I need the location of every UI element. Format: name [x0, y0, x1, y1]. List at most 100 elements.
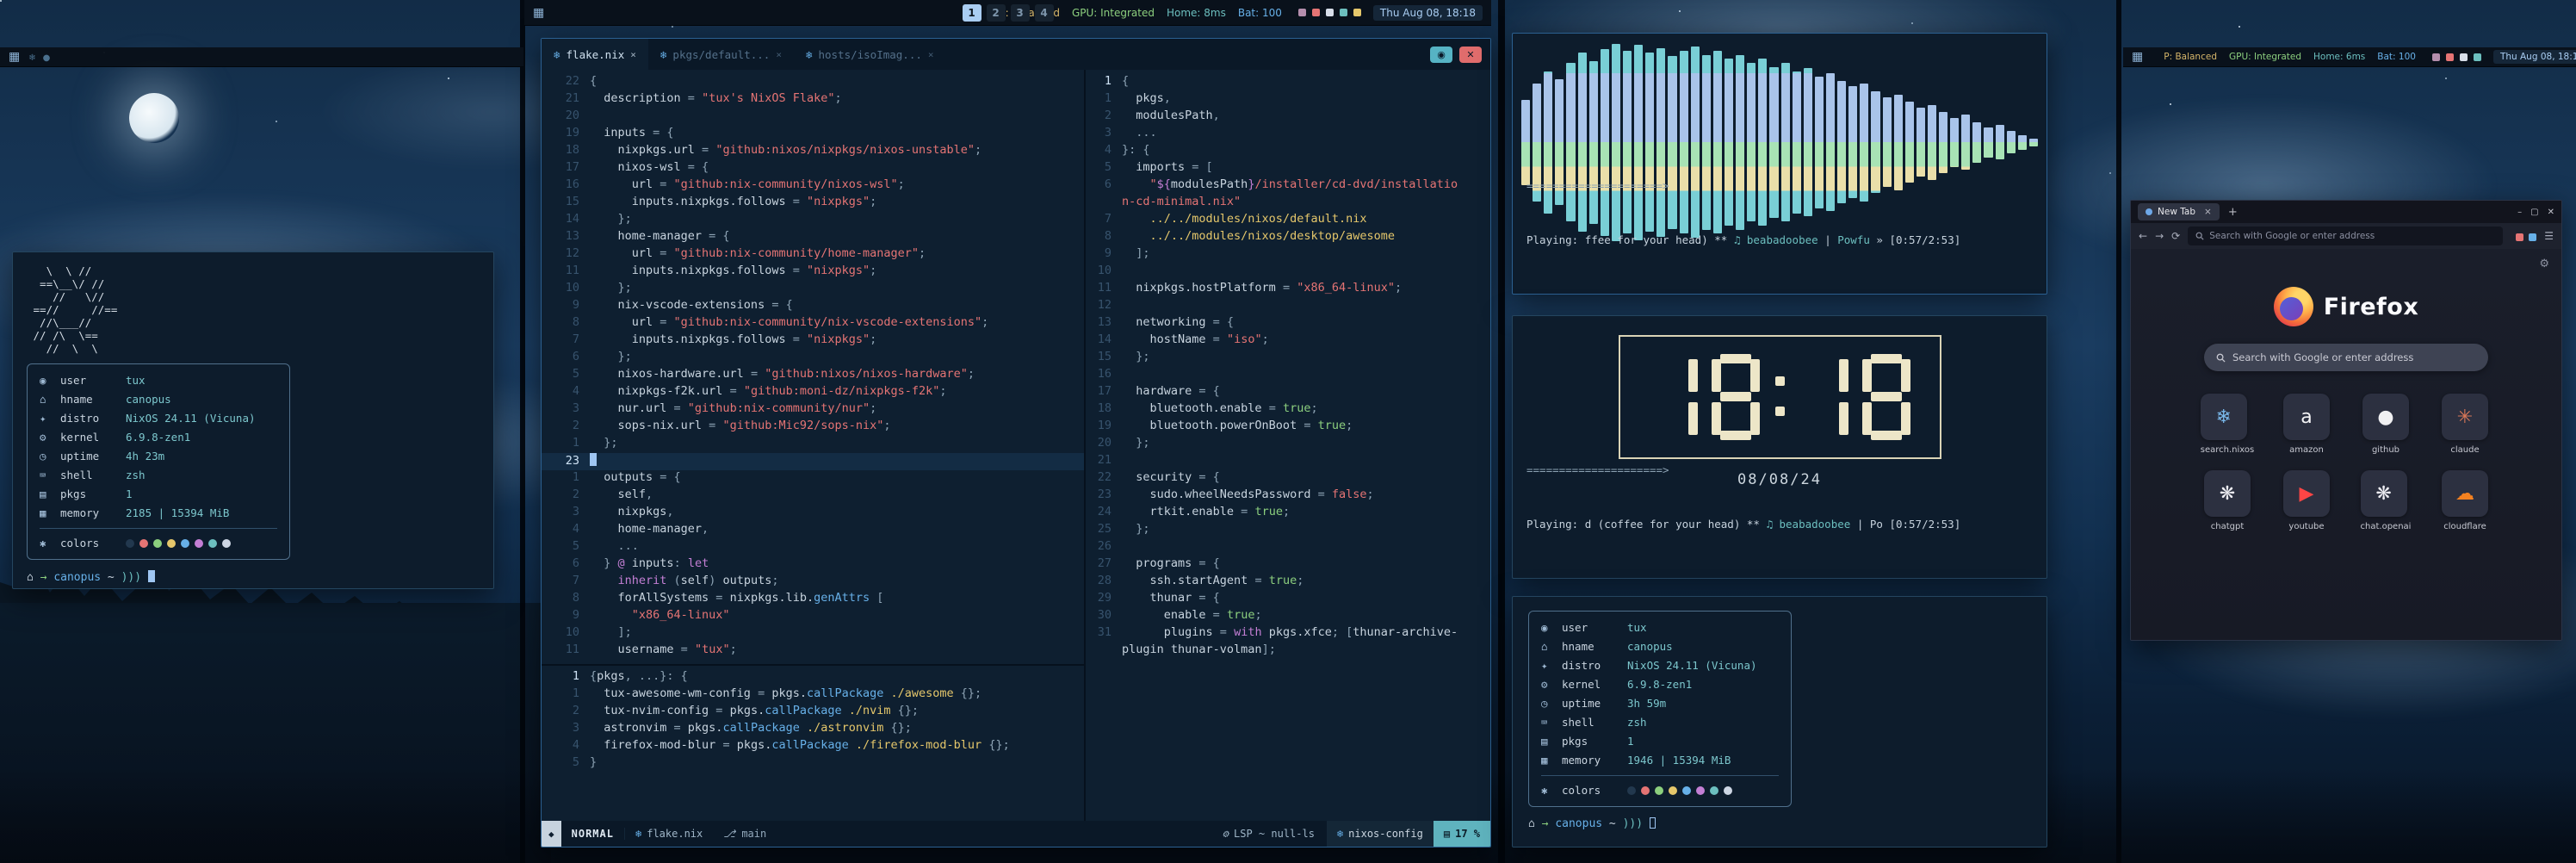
shortcut-tile[interactable]: ❋chat.openai: [2361, 470, 2412, 531]
gear-icon[interactable]: ⚙: [2539, 258, 2549, 270]
code-line: 17 hardware = {: [1086, 384, 1490, 401]
editor-area[interactable]: 22{21 description = "tux's NixOS Flake";…: [542, 70, 1490, 821]
extension-icon[interactable]: [2529, 233, 2536, 241]
window-control[interactable]: –: [2517, 208, 2522, 217]
code-line: 4 home-manager,: [542, 522, 1084, 539]
code-line: 4 firefox-mod-blur = pkgs.callPackage ./…: [542, 738, 1084, 755]
bar-clock[interactable]: Thu Aug 08, 18:18: [1373, 5, 1483, 21]
code-line: 20 };: [1086, 436, 1490, 453]
line-number: 7: [1086, 212, 1112, 226]
line-number: 19: [1086, 419, 1112, 432]
tray-icon[interactable]: [1340, 9, 1347, 16]
code-line: 8 forAllSystems = nixpkgs.lib.genAttrs [: [542, 591, 1084, 608]
vim-mode: NORMAL: [561, 828, 624, 840]
tab-close-icon[interactable]: ×: [2204, 207, 2212, 217]
buffer-toggle-button[interactable]: ◉: [1430, 47, 1452, 63]
shortcut-tile[interactable]: ❄search.nixos: [2201, 394, 2254, 455]
app-launcher-icon[interactable]: ▦: [9, 50, 20, 64]
new-tab-button[interactable]: +: [2228, 206, 2238, 219]
fetch-colors-row: ✱colors: [40, 528, 277, 552]
bar-clock[interactable]: Thu Aug 08, 18:18: [2493, 50, 2576, 64]
editor-pane-flake[interactable]: 22{21 description = "tux's NixOS Flake";…: [542, 70, 1084, 664]
firefox-tabbar: New Tab × + –▢ ✕: [2131, 201, 2561, 223]
tray-icon[interactable]: [2460, 53, 2468, 61]
browser-tab[interactable]: New Tab ×: [2138, 203, 2220, 220]
line-number: 3: [1086, 126, 1112, 140]
line-number: 1: [542, 686, 579, 700]
tray-icon[interactable]: [1298, 9, 1306, 16]
editor-pane-pkgs-default[interactable]: 1{pkgs, ...}: {1 tux-awesome-wm-config =…: [542, 666, 1084, 821]
code-line: 1 pkgs,: [1086, 91, 1490, 109]
app-launcher-icon[interactable]: ▦: [2132, 50, 2143, 64]
code-line: 14 };: [542, 212, 1084, 229]
line-number: 30: [1086, 608, 1112, 622]
fetch-row: ▤pkgs1: [40, 485, 277, 504]
shortcut-tile[interactable]: ●github: [2362, 394, 2409, 455]
forward-icon[interactable]: →: [2155, 230, 2164, 242]
palette-dot: [1696, 786, 1705, 795]
fetch-terminal-left[interactable]: \ \ // ==\__\/ // // \// ==// //== //\__…: [12, 251, 494, 589]
fetch-row: ◷uptime3h 59m: [1541, 694, 1779, 713]
tray-icon[interactable]: [2432, 53, 2440, 61]
tab-close-icon[interactable]: ×: [928, 49, 934, 60]
newtab-search-input[interactable]: Search with Google or enter address: [2204, 344, 2488, 371]
editor-pane-iso-host[interactable]: 1{1 pkgs,2 modulesPath,3 ...4}: {5 impor…: [1086, 70, 1490, 821]
shortcut-tile[interactable]: ☁cloudflare: [2442, 470, 2488, 531]
code-line: 5 nixos-hardware.url = "github:nixos/nix…: [542, 367, 1084, 384]
tray-icon[interactable]: [2446, 53, 2454, 61]
code-line: 8 url = "github:nix-community/nix-vscode…: [542, 315, 1084, 332]
app-launcher-icon[interactable]: ▦: [533, 6, 544, 20]
shortcut-tile[interactable]: ▶youtube: [2283, 470, 2330, 531]
project-name: ❄nixos-config: [1327, 821, 1434, 847]
code-line: 9 nix-vscode-extensions = {: [542, 298, 1084, 315]
shell-prompt[interactable]: ⌂ → canopus ~ ))): [27, 570, 480, 584]
shortcut-grid: ❄search.nixos aamazon ●github ✳claude ❋chatg…: [2194, 394, 2499, 531]
menu-icon[interactable]: ☰: [2544, 230, 2554, 242]
nix-file-icon: ❄: [806, 48, 813, 61]
scroll-position: ▤17 %: [1434, 821, 1490, 847]
tray-icon[interactable]: [2474, 53, 2481, 61]
workspace-button[interactable]: 4: [1035, 4, 1054, 22]
code-line: 15 };: [1086, 350, 1490, 367]
line-number: 28: [1086, 574, 1112, 587]
buffer-close-button[interactable]: ✕: [1459, 47, 1482, 63]
editor-tab[interactable]: ❄hosts/isoImag...×: [794, 39, 946, 70]
editor-tab[interactable]: ❄pkgs/default...×: [648, 39, 794, 70]
lsp-status: ⚙LSP ~ null-ls: [1211, 828, 1327, 840]
amazon-icon: a: [2283, 394, 2330, 440]
reload-icon[interactable]: ⟳: [2171, 230, 2180, 242]
line-number: 29: [1086, 591, 1112, 605]
window-control[interactable]: ✕: [2548, 208, 2554, 217]
shortcut-tile[interactable]: ❋chatgpt: [2204, 470, 2251, 531]
line-number: 6: [542, 556, 579, 570]
editor-tab[interactable]: ❄flake.nix×: [542, 39, 648, 70]
workspace-switcher: 1234: [960, 4, 1056, 22]
moon: [129, 93, 179, 143]
nix-icon: ❄: [1337, 828, 1343, 840]
workspace-tag-icon[interactable]: ❄: [28, 53, 35, 63]
line-number: 17: [542, 160, 579, 174]
shell-prompt[interactable]: ⌂ → canopus ~ ))): [1528, 817, 2031, 830]
extension-icon[interactable]: [2516, 233, 2523, 241]
workspace-tag-icon[interactable]: ●: [43, 53, 51, 63]
code-line: 7 inherit (self) outputs;: [542, 574, 1084, 591]
tray-icon[interactable]: [1326, 9, 1334, 16]
code-line: 22{: [542, 74, 1084, 91]
workspace-button[interactable]: 3: [1011, 4, 1030, 22]
tray-icon[interactable]: [1353, 9, 1361, 16]
workspace-button[interactable]: 1: [963, 4, 981, 22]
address-bar[interactable]: Search with Google or enter address: [2188, 227, 2503, 245]
nixos-ascii-logo: \ \ // ==\__\/ // // \// ==// //== //\__…: [27, 264, 480, 355]
shortcut-tile[interactable]: ✳claude: [2442, 394, 2488, 455]
back-icon[interactable]: ←: [2139, 230, 2147, 242]
shortcut-tile[interactable]: aamazon: [2283, 394, 2330, 455]
line-number: 9: [542, 608, 579, 622]
workspace-button[interactable]: 2: [987, 4, 1006, 22]
system-info-box: ◉usertux⌂hnamecanopus✦distroNixOS 24.11 …: [1528, 611, 1792, 807]
code-line: 3 nur.url = "github:nix-community/nur";: [542, 401, 1084, 419]
tab-close-icon[interactable]: ×: [776, 49, 782, 60]
tab-close-icon[interactable]: ×: [630, 49, 636, 60]
window-control[interactable]: ▢: [2530, 208, 2538, 217]
fetch-terminal-right[interactable]: ◉usertux⌂hnamecanopus✦distroNixOS 24.11 …: [1512, 596, 2047, 847]
tray-icon[interactable]: [1312, 9, 1320, 16]
